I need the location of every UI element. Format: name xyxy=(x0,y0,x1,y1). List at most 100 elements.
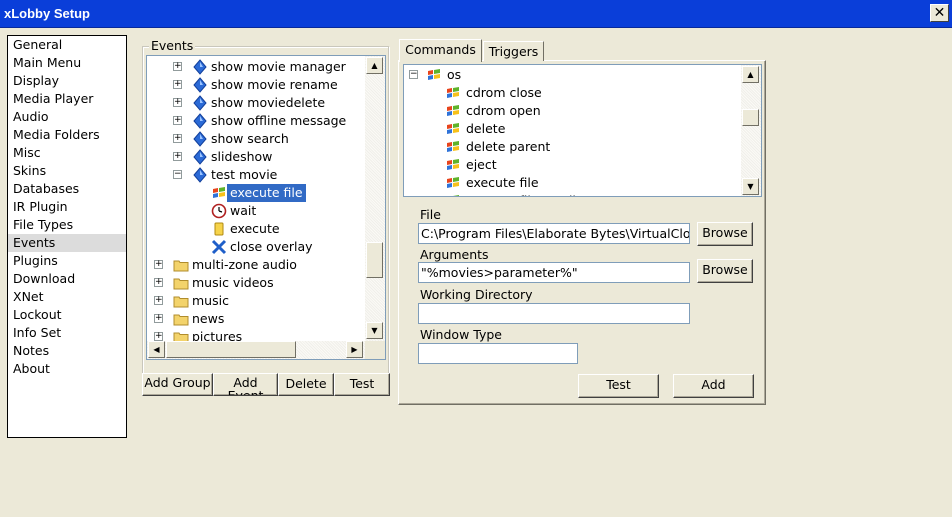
event-tree-item[interactable]: + show movie rename xyxy=(147,76,365,94)
event-tree-item[interactable]: − test movie xyxy=(147,166,365,184)
working-directory-field[interactable] xyxy=(418,303,690,324)
expand-icon[interactable]: + xyxy=(173,80,182,89)
collapse-icon[interactable]: − xyxy=(409,70,418,79)
file-label: File xyxy=(420,207,441,222)
command-tree-item[interactable]: − os xyxy=(404,66,741,84)
category-item-display[interactable]: Display xyxy=(8,72,126,90)
event-tree-item[interactable]: execute file xyxy=(147,184,365,202)
expand-icon[interactable]: + xyxy=(154,296,163,305)
command-tree-label: cdrom open xyxy=(466,103,541,118)
category-item-notes[interactable]: Notes xyxy=(8,342,126,360)
command-tree-label: cdrom close xyxy=(466,85,542,100)
x-icon xyxy=(211,239,227,255)
events-tree[interactable]: + show movie manager + show movie rename + sh… xyxy=(146,55,386,360)
event-tree-item[interactable]: + news xyxy=(147,310,365,328)
category-item-ir-plugin[interactable]: IR Plugin xyxy=(8,198,126,216)
expand-icon[interactable]: + xyxy=(173,116,182,125)
event-tree-item[interactable]: + show moviedelete xyxy=(147,94,365,112)
test-event-button[interactable]: Test xyxy=(334,373,390,396)
category-item-info-set[interactable]: Info Set xyxy=(8,324,126,342)
command-tree-label: os xyxy=(447,67,462,82)
horizontal-scroll-thumb[interactable] xyxy=(166,341,296,358)
diamond-icon xyxy=(192,149,208,165)
command-tree-item[interactable]: cdrom open xyxy=(404,102,741,120)
event-tree-item[interactable]: wait xyxy=(147,202,365,220)
commands-tree[interactable]: − os cdrom close cdrom open delete delete par… xyxy=(403,64,762,197)
file-field[interactable]: C:\Program Files\Elaborate Bytes\Virtual… xyxy=(418,223,690,244)
scroll-up-button[interactable]: ▲ xyxy=(742,66,759,83)
category-item-general[interactable]: General xyxy=(8,36,126,54)
delete-event-button[interactable]: Delete xyxy=(278,373,334,396)
category-item-media-folders[interactable]: Media Folders xyxy=(8,126,126,144)
event-tree-item[interactable]: + music videos xyxy=(147,274,365,292)
command-tree-item[interactable]: eject xyxy=(404,156,741,174)
events-vertical-scrollbar[interactable]: ▲ ▼ xyxy=(365,56,385,342)
category-item-events[interactable]: Events xyxy=(8,234,126,252)
category-item-media-player[interactable]: Media Player xyxy=(8,90,126,108)
scroll-down-button[interactable]: ▼ xyxy=(742,178,759,195)
event-tree-item[interactable]: + show movie manager xyxy=(147,58,365,76)
add-event-button[interactable]: Add Event xyxy=(213,373,278,396)
command-tree-item[interactable]: execute file no client xyxy=(404,192,741,196)
test-command-button[interactable]: Test xyxy=(578,374,659,398)
event-tree-item[interactable]: + slideshow xyxy=(147,148,365,166)
scroll-up-button[interactable]: ▲ xyxy=(366,57,383,74)
browse-arguments-button[interactable]: Browse xyxy=(697,259,753,283)
category-item-lockout[interactable]: Lockout xyxy=(8,306,126,324)
expand-icon[interactable]: + xyxy=(154,332,163,341)
category-item-main-menu[interactable]: Main Menu xyxy=(8,54,126,72)
expand-icon[interactable]: + xyxy=(173,62,182,71)
expand-icon[interactable]: + xyxy=(154,278,163,287)
event-tree-item[interactable]: + multi-zone audio xyxy=(147,256,365,274)
add-command-button[interactable]: Add xyxy=(673,374,754,398)
commands-vertical-scrollbar[interactable]: ▲ ▼ xyxy=(741,65,761,196)
category-item-about[interactable]: About xyxy=(8,360,126,378)
command-tree-item[interactable]: execute file xyxy=(404,174,741,192)
scroll-down-button[interactable]: ▼ xyxy=(366,322,383,339)
category-item-xnet[interactable]: XNet xyxy=(8,288,126,306)
category-item-file-types[interactable]: File Types xyxy=(8,216,126,234)
events-horizontal-scrollbar[interactable]: ◀ ▶ xyxy=(147,341,365,359)
command-tree-item[interactable]: delete xyxy=(404,120,741,138)
event-tree-item[interactable]: + show search xyxy=(147,130,365,148)
command-tree-label: eject xyxy=(466,157,497,172)
category-item-download[interactable]: Download xyxy=(8,270,126,288)
command-tree-item[interactable]: delete parent xyxy=(404,138,741,156)
clock-icon xyxy=(211,203,227,219)
scroll-right-button[interactable]: ▶ xyxy=(346,341,363,358)
close-button[interactable]: ✕ xyxy=(930,4,949,22)
expand-icon[interactable]: + xyxy=(154,260,163,269)
add-group-button[interactable]: Add Group xyxy=(142,373,213,396)
collapse-icon[interactable]: − xyxy=(173,170,182,179)
scroll-thumb[interactable] xyxy=(366,242,383,278)
settings-category-list[interactable]: General Main Menu Display Media Player Audio… xyxy=(7,35,127,438)
command-tree-item[interactable]: cdrom close xyxy=(404,84,741,102)
category-item-skins[interactable]: Skins xyxy=(8,162,126,180)
expand-icon[interactable]: + xyxy=(173,152,182,161)
diamond-icon xyxy=(192,131,208,147)
window-title: xLobby Setup xyxy=(4,6,90,21)
category-item-plugins[interactable]: Plugins xyxy=(8,252,126,270)
scroll-left-button[interactable]: ◀ xyxy=(148,341,165,358)
category-item-audio[interactable]: Audio xyxy=(8,108,126,126)
tab-commands[interactable]: Commands xyxy=(399,39,482,62)
folder-icon xyxy=(173,293,189,309)
browse-file-button[interactable]: Browse xyxy=(697,222,753,246)
scrollbar-corner xyxy=(365,341,385,359)
scroll-thumb[interactable] xyxy=(742,109,759,126)
category-item-databases[interactable]: Databases xyxy=(8,180,126,198)
event-tree-label: test movie xyxy=(211,167,278,182)
tab-triggers[interactable]: Triggers xyxy=(483,41,544,61)
expand-icon[interactable]: + xyxy=(173,98,182,107)
category-item-misc[interactable]: Misc xyxy=(8,144,126,162)
expand-icon[interactable]: + xyxy=(154,314,163,323)
event-tree-item[interactable]: + music xyxy=(147,292,365,310)
event-tree-item[interactable]: execute xyxy=(147,220,365,238)
document-icon xyxy=(211,221,227,237)
window-type-field[interactable] xyxy=(418,343,578,364)
expand-icon[interactable]: + xyxy=(173,134,182,143)
event-tree-item[interactable]: close overlay xyxy=(147,238,365,256)
arguments-field[interactable]: "%movies>parameter%" xyxy=(418,262,690,283)
event-tree-item[interactable]: + show offline message xyxy=(147,112,365,130)
command-tree-label: delete xyxy=(466,121,506,136)
